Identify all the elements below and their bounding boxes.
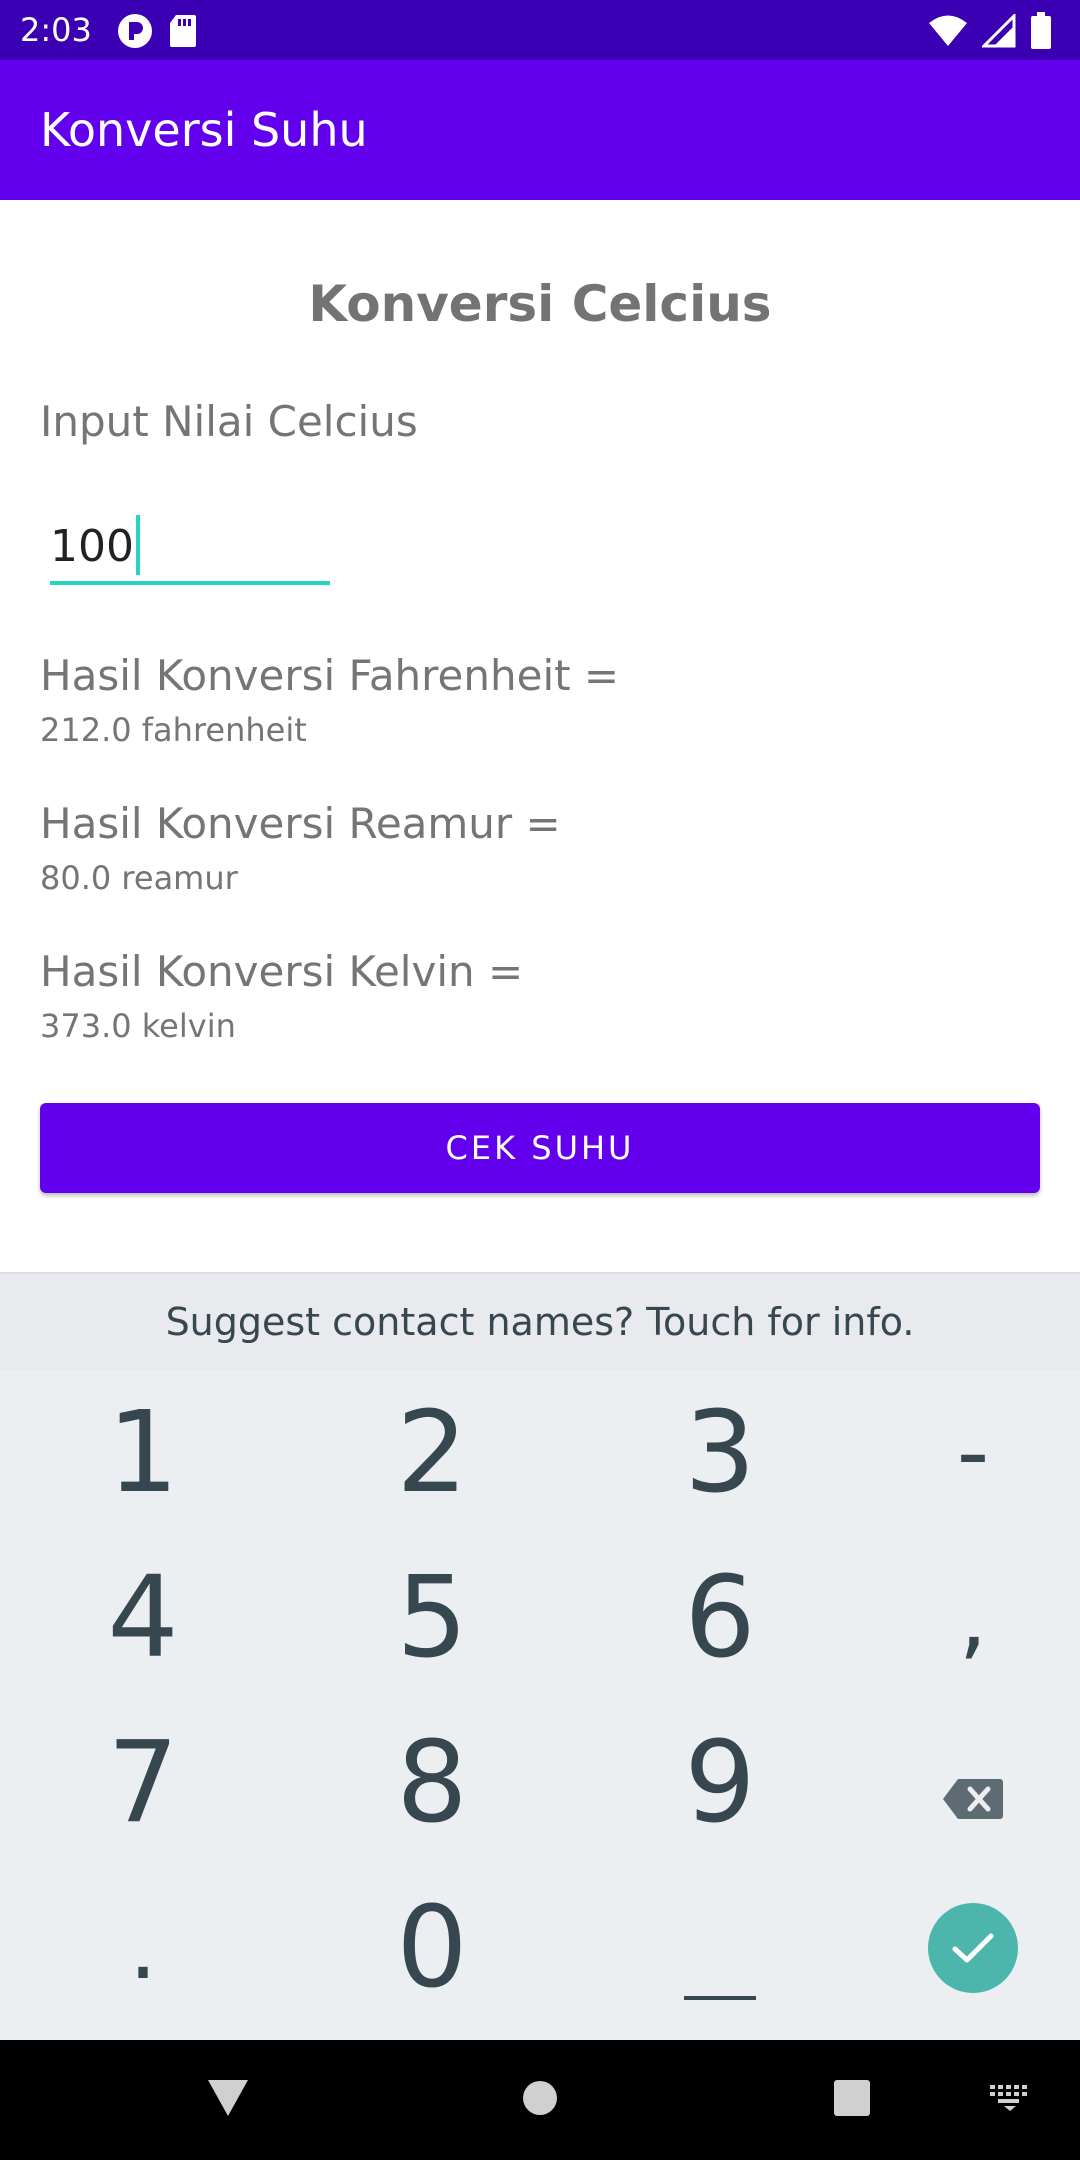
app-bar: Konversi Suhu	[0, 60, 1080, 200]
key-5[interactable]: 5	[297, 1535, 567, 1700]
wifi-icon	[928, 14, 968, 52]
home-button[interactable]	[500, 2040, 580, 2160]
celsius-input-label: Input Nilai Celcius	[40, 397, 418, 446]
space-icon	[684, 1995, 756, 2000]
page-heading: Konversi Celcius	[308, 275, 772, 333]
key-9[interactable]: 9	[585, 1700, 855, 1865]
key-7[interactable]: 7	[8, 1700, 278, 1865]
done-key[interactable]	[838, 1865, 1080, 2030]
sd-card-icon	[168, 13, 198, 53]
recents-icon	[834, 2080, 870, 2120]
battery-icon	[1030, 12, 1052, 54]
app-title: Konversi Suhu	[40, 103, 368, 157]
text-cursor	[135, 515, 140, 575]
key-period[interactable]: .	[8, 1865, 278, 2030]
back-button[interactable]	[188, 2040, 268, 2160]
cek-suhu-button[interactable]: CEK SUHU	[40, 1103, 1040, 1193]
fahrenheit-label: Hasil Konversi Fahrenheit =	[40, 651, 620, 700]
key-comma[interactable]: ,	[838, 1535, 1080, 1700]
keyboard-switch-button[interactable]	[970, 2040, 1050, 2160]
navigation-bar	[0, 2040, 1080, 2160]
celsius-input[interactable]: 100	[50, 515, 330, 585]
reamur-value: 80.0 reamur	[40, 859, 238, 897]
key-0[interactable]: 0	[297, 1865, 567, 2030]
done-icon	[928, 1902, 1018, 1993]
back-icon	[206, 2078, 250, 2122]
celsius-input-value: 100	[50, 515, 140, 579]
cell-signal-icon	[980, 12, 1016, 52]
key-4[interactable]: 4	[8, 1535, 278, 1700]
numeric-keyboard: 1 2 3 - 4 5 6 , 7 8 9 . 0	[0, 1370, 1080, 2040]
app-notification-icon	[116, 12, 154, 54]
key-3[interactable]: 3	[585, 1370, 855, 1535]
backspace-icon	[942, 1727, 1004, 1839]
recents-button[interactable]	[812, 2040, 892, 2160]
reamur-label: Hasil Konversi Reamur =	[40, 799, 561, 848]
keyboard-suggestion-bar[interactable]: Suggest contact names? Touch for info.	[0, 1272, 1080, 1372]
status-bar: 2:03	[0, 0, 1080, 60]
kelvin-value: 373.0 kelvin	[40, 1007, 236, 1045]
status-time: 2:03	[20, 11, 92, 49]
space-key[interactable]	[585, 1865, 855, 2030]
fahrenheit-value: 212.0 fahrenheit	[40, 711, 307, 749]
key-1[interactable]: 1	[8, 1370, 278, 1535]
backspace-key[interactable]	[838, 1700, 1080, 1865]
home-icon	[522, 2080, 558, 2120]
keyboard-switch-icon	[990, 2085, 1030, 2115]
key-6[interactable]: 6	[585, 1535, 855, 1700]
key-minus[interactable]: -	[838, 1370, 1080, 1535]
key-8[interactable]: 8	[297, 1700, 567, 1865]
kelvin-label: Hasil Konversi Kelvin =	[40, 947, 524, 996]
key-2[interactable]: 2	[297, 1370, 567, 1535]
